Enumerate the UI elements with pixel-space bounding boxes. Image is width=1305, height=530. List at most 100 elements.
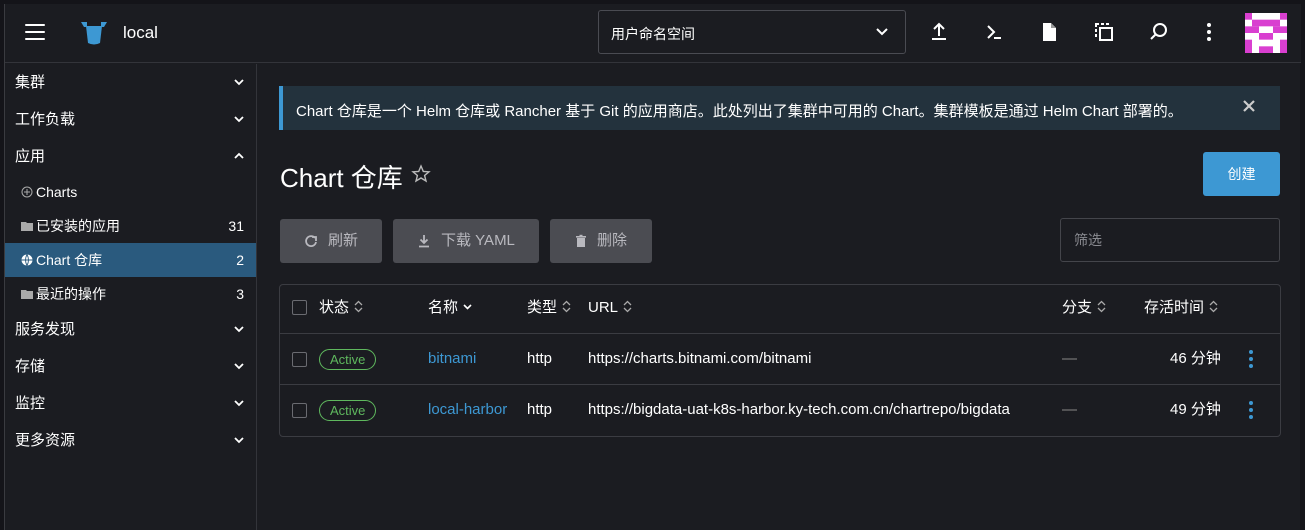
chevron-down-icon <box>234 437 244 444</box>
user-avatar[interactable] <box>1245 13 1287 53</box>
sidebar-group-label: 集群 <box>15 74 46 91</box>
search-icon[interactable] <box>1147 20 1171 44</box>
star-icon[interactable] <box>411 164 431 184</box>
row-actions-icon[interactable] <box>1248 400 1254 420</box>
chevron-up-icon <box>234 152 244 159</box>
chevron-down-icon <box>234 116 244 123</box>
column-header-label: 名称 <box>428 299 459 316</box>
menu-icon[interactable] <box>25 24 45 40</box>
file-icon[interactable] <box>1037 20 1061 44</box>
namespace-select[interactable]: 用户命名空间 <box>598 10 906 54</box>
sidebar-group-apps[interactable]: 应用 <box>5 138 256 175</box>
create-button[interactable]: 创建 <box>1203 152 1280 196</box>
sidebar-group-service[interactable]: 服务发现 <box>5 311 256 348</box>
column-header-label: 状态 <box>319 299 350 316</box>
repo-url: https://charts.bitnami.com/bitnami <box>588 350 812 367</box>
sidebar-item-installed-apps[interactable]: 已安装的应用 31 <box>5 209 256 243</box>
delete-label: 删除 <box>597 232 628 249</box>
sidebar-group-more[interactable]: 更多资源 <box>5 422 256 459</box>
folder-icon <box>21 290 33 299</box>
namespace-select-value: 用户命名空间 <box>611 26 695 42</box>
sidebar-group-monitor[interactable]: 监控 <box>5 385 256 422</box>
sidebar-item-charts[interactable]: Charts <box>5 175 256 209</box>
sort-icon <box>623 300 632 313</box>
sidebar-group-label: 监控 <box>15 395 46 412</box>
row-checkbox[interactable] <box>292 403 307 418</box>
column-header-label: 分支 <box>1062 299 1093 316</box>
repo-age: 46 分钟 <box>1170 350 1221 367</box>
info-banner-text: Chart 仓库是一个 Helm 仓库或 Rancher 基于 Git 的应用商… <box>296 103 1183 120</box>
refresh-label: 刷新 <box>328 232 359 249</box>
sidebar-group-storage[interactable]: 存储 <box>5 348 256 385</box>
app-frame: local 用户命名空间 集群 工作负载 应用 Charts 已安装的应用 31… <box>4 4 1301 530</box>
repo-name-link[interactable]: local-harbor <box>428 385 507 437</box>
plus-circle-icon <box>21 186 33 198</box>
column-header-type[interactable]: 类型 <box>527 285 571 333</box>
column-header-branch[interactable]: 分支 <box>1062 285 1106 333</box>
sidebar-item-count: 2 <box>236 252 244 268</box>
column-header-name[interactable]: 名称 <box>428 285 472 333</box>
repo-url: https://bigdata-uat-k8s-harbor.ky-tech.c… <box>588 401 1010 418</box>
folder-icon <box>21 222 33 231</box>
refresh-icon <box>305 235 317 247</box>
column-header-label: URL <box>588 299 619 316</box>
delete-button[interactable]: 删除 <box>550 219 652 263</box>
terminal-icon[interactable] <box>982 20 1006 44</box>
trash-icon <box>576 234 586 247</box>
sidebar-group-label: 存储 <box>15 358 46 375</box>
sidebar-item-count: 3 <box>236 286 244 302</box>
sidebar-item-recent-ops[interactable]: 最近的操作 3 <box>5 277 256 311</box>
filter-input[interactable] <box>1060 218 1280 262</box>
repo-type: http <box>527 401 553 418</box>
chevron-down-icon <box>234 326 244 333</box>
sidebar-item-label: 最近的操作 <box>36 286 106 302</box>
sidebar-group-label: 服务发现 <box>15 321 76 338</box>
info-banner: Chart 仓库是一个 Helm 仓库或 Rancher 基于 Git 的应用商… <box>279 86 1280 130</box>
upload-icon[interactable] <box>927 20 951 44</box>
sidebar-item-label: Charts <box>36 184 78 200</box>
repo-type: http <box>527 350 553 367</box>
repo-branch: — <box>1062 401 1077 418</box>
sidebar-group-workload[interactable]: 工作负载 <box>5 101 256 138</box>
sort-icon <box>1097 300 1106 313</box>
chart-repo-table: 状态 名称 类型 URL 分支 存活时间 Active bitnami http… <box>279 284 1281 437</box>
column-header-label: 存活时间 <box>1144 299 1205 316</box>
sort-icon <box>562 300 571 313</box>
page-title: Chart 仓库 <box>280 163 403 193</box>
sidebar-group-label: 工作负载 <box>15 111 76 128</box>
row-checkbox[interactable] <box>292 352 307 367</box>
chevron-down-icon <box>876 28 888 36</box>
cluster-name[interactable]: local <box>123 23 158 43</box>
sort-icon <box>354 300 363 313</box>
status-badge: Active <box>319 400 377 421</box>
repo-name-link[interactable]: bitnami <box>428 334 476 386</box>
table-row: Active bitnami http https://charts.bitna… <box>280 333 1280 385</box>
copy-icon[interactable] <box>1092 20 1116 44</box>
more-vertical-icon[interactable] <box>1197 20 1221 44</box>
sidebar-item-label: 已安装的应用 <box>36 218 120 234</box>
chevron-down-icon <box>234 79 244 86</box>
column-header-state[interactable]: 状态 <box>319 285 363 333</box>
sidebar: 集群 工作负载 应用 Charts 已安装的应用 31 Chart 仓库 2 最… <box>5 64 257 530</box>
column-header-url[interactable]: URL <box>588 285 632 333</box>
sidebar-item-count: 31 <box>228 218 244 234</box>
top-header: local 用户命名空间 <box>5 4 1301 63</box>
download-yaml-button[interactable]: 下载 YAML <box>393 219 539 263</box>
sidebar-group-cluster[interactable]: 集群 <box>5 64 256 101</box>
chevron-down-icon <box>234 400 244 407</box>
refresh-button[interactable]: 刷新 <box>280 219 382 263</box>
close-icon[interactable] <box>1242 99 1256 113</box>
sidebar-group-label: 更多资源 <box>15 432 76 449</box>
chevron-down-icon <box>234 363 244 370</box>
table-row: Active local-harbor http https://bigdata… <box>280 384 1280 436</box>
sidebar-item-chart-repos[interactable]: Chart 仓库 2 <box>5 243 256 277</box>
sort-down-icon <box>463 304 472 310</box>
column-header-age[interactable]: 存活时间 <box>1144 285 1218 333</box>
row-actions-icon[interactable] <box>1248 349 1254 369</box>
status-badge: Active <box>319 349 377 370</box>
sidebar-item-label: Chart 仓库 <box>36 252 103 268</box>
select-all-checkbox[interactable] <box>292 300 307 315</box>
repo-age: 49 分钟 <box>1170 401 1221 418</box>
sidebar-group-label: 应用 <box>15 148 46 165</box>
cow-logo-icon <box>81 22 107 45</box>
